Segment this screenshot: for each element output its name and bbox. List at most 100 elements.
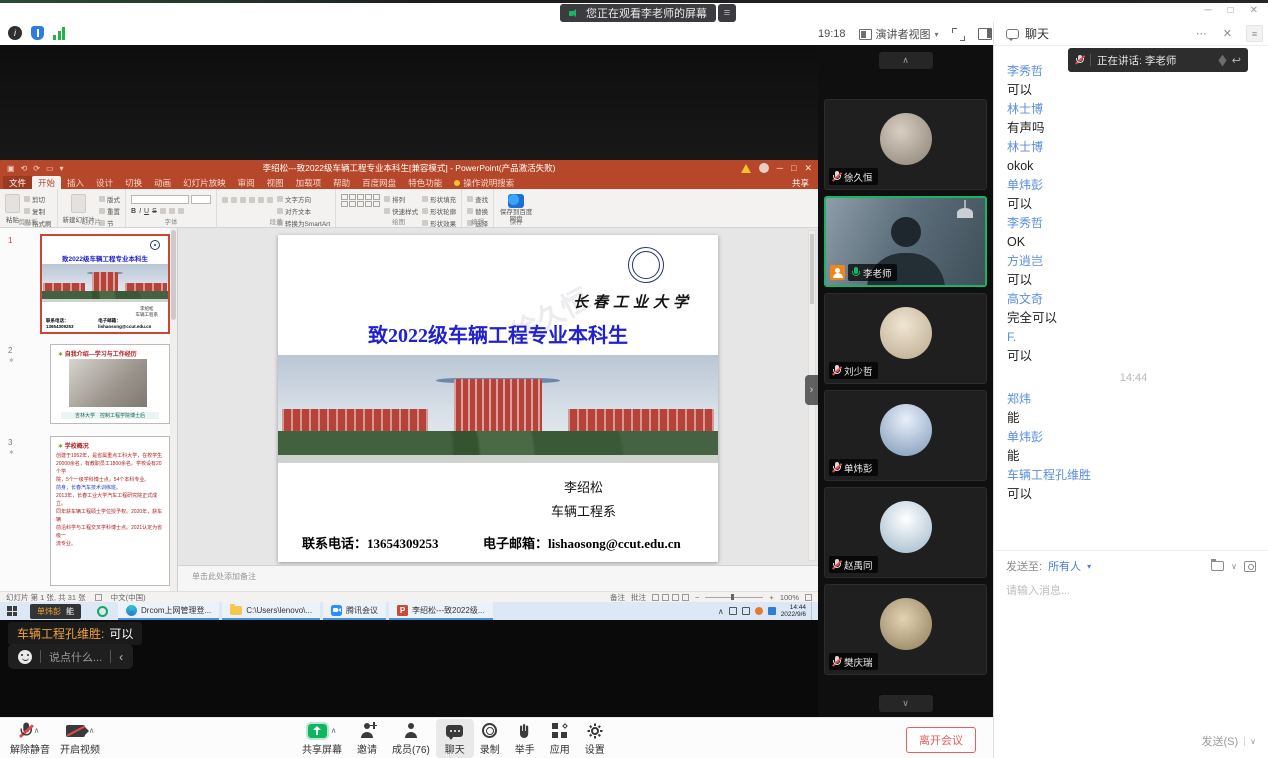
numbering-button[interactable] — [231, 197, 237, 203]
shapes-gallery[interactable] — [341, 194, 380, 207]
share-options-caret-icon[interactable]: ∧ — [331, 726, 337, 735]
slide-editing-area[interactable]: 徐久恒 徐久恒 长春工业大学 致2022级车辆工程专业本科生 李绍松 — [178, 228, 818, 565]
save-icon[interactable]: ▣ — [7, 164, 15, 173]
record-button[interactable]: 录制 — [480, 722, 500, 756]
chat-more-button[interactable]: ⋯ — [1191, 27, 1212, 40]
tab-features[interactable]: 特色功能 — [402, 176, 448, 189]
taskbar-app-browser[interactable]: Drcom上网管理登... — [118, 602, 219, 620]
file-caret-icon[interactable]: ∨ — [1231, 562, 1237, 571]
send-to-caret-icon[interactable]: ▾ — [1087, 562, 1091, 571]
tab-review[interactable]: 审阅 — [232, 176, 261, 189]
underline-button[interactable]: U — [144, 208, 149, 215]
video-options-caret-icon[interactable]: ∧ — [89, 726, 95, 735]
emoji-icon[interactable] — [18, 650, 32, 664]
tab-file[interactable]: 文件 — [3, 176, 32, 189]
spellcheck-icon[interactable] — [95, 594, 102, 601]
participant-tile-liushaozhe[interactable]: 刘少哲 — [824, 293, 987, 384]
network-signal-icon[interactable] — [53, 27, 65, 40]
keyboard-tray-icon[interactable] — [729, 607, 737, 615]
fullscreen-icon[interactable] — [952, 28, 965, 41]
collapse-arrow-icon[interactable]: ‹ — [119, 650, 123, 664]
thumbnail-scrollbar[interactable] — [170, 228, 177, 591]
invite-button[interactable]: 邀请 — [357, 722, 377, 756]
taskbar-clock[interactable]: 14:44 2022/9/6 — [781, 604, 806, 619]
tell-me-search[interactable]: 操作说明搜索 — [448, 176, 520, 189]
apps-button[interactable]: 应用 — [550, 722, 570, 756]
unmute-button[interactable]: ∧ 解除静音 — [10, 722, 50, 756]
settings-button[interactable]: 设置 — [585, 722, 605, 756]
notes-pane[interactable]: 单击此处添加备注 — [178, 565, 818, 591]
taskbar-app-powerpoint[interactable]: P 李绍松---致2022级... — [389, 602, 492, 620]
send-to-dropdown[interactable]: 所有人 — [1048, 558, 1081, 574]
tab-animations[interactable]: 动画 — [148, 176, 177, 189]
volume-tray-icon[interactable] — [742, 607, 750, 615]
bold-button[interactable]: B — [131, 208, 136, 215]
quick-chat-input[interactable]: 说点什么... ‹ — [8, 644, 133, 669]
slide-thumbnail-1[interactable]: 致2022级车辆工程专业本科生 李绍松 车辆工程系 — [40, 234, 170, 334]
participant-tile-xujiuheng[interactable]: 徐久恒 — [824, 99, 987, 190]
char-spacing-button[interactable] — [169, 208, 175, 214]
panel-dock-button[interactable]: ≡ — [1246, 25, 1263, 42]
slide-thumbnail-3[interactable]: ✶ 学校概况 创建于1952年，是省属重点工科大学，在校学生 20000余名，有… — [50, 436, 170, 586]
banner-menu-button[interactable]: ≡ — [718, 4, 736, 22]
leave-meeting-button[interactable]: 离开会议 — [906, 727, 976, 753]
redo-icon[interactable]: ⟳ — [33, 164, 40, 173]
slide-thumbnail-2[interactable]: ✶ 自我介绍—学习与工作经历 吉林大学 控制工程学院博士后 — [50, 344, 170, 424]
zoom-level[interactable]: 100% — [780, 593, 799, 602]
zoom-in-icon[interactable]: + — [769, 593, 773, 602]
align-center-button[interactable] — [258, 197, 264, 203]
ppt-close-icon[interactable]: ✕ — [804, 163, 812, 174]
view-mode-dropdown[interactable]: 演讲者视图 ▾ — [859, 26, 939, 42]
send-button[interactable]: 发送(S) ∨ — [1201, 733, 1256, 749]
raise-hand-button[interactable]: 举手 — [515, 722, 535, 756]
copy-button[interactable]: 复制 — [24, 206, 52, 216]
layout-button[interactable]: 版式 — [99, 194, 120, 204]
find-button[interactable]: 查找 — [467, 194, 488, 204]
undo-icon[interactable]: ⟲ — [21, 164, 28, 173]
maximize-icon[interactable]: □ — [1228, 5, 1234, 16]
ppt-user-avatar[interactable] — [759, 163, 769, 173]
shape-fill-button[interactable]: 形状填充 — [422, 194, 456, 204]
send-options-caret-icon[interactable]: ∨ — [1244, 737, 1256, 746]
info-icon[interactable]: i — [8, 26, 22, 40]
strikethrough-button[interactable]: S — [152, 208, 157, 215]
align-text-button[interactable]: 对齐文本 — [277, 206, 330, 216]
chat-message-input[interactable] — [1006, 582, 1256, 622]
scroll-participants-up-button[interactable]: ∧ — [879, 52, 933, 69]
ppt-share-button[interactable]: 共享 — [792, 176, 818, 189]
tab-slideshow[interactable]: 幻灯片放映 — [177, 176, 232, 189]
tab-design[interactable]: 设计 — [90, 176, 119, 189]
tray-color-icon2[interactable] — [768, 607, 776, 615]
chat-button[interactable]: 聊天 — [436, 719, 474, 758]
tray-expand-icon[interactable]: ∧ — [718, 607, 724, 616]
replace-button[interactable]: 替换 — [467, 206, 488, 216]
mic-options-caret-icon[interactable]: ∧ — [34, 726, 40, 735]
video-panel-collapse-handle[interactable]: › — [805, 375, 818, 405]
tab-baidu[interactable]: 百度网盘 — [356, 176, 402, 189]
participant-tile-shanweipeng[interactable]: 单炜彭 — [824, 390, 987, 481]
ppt-maximize-icon[interactable]: □ — [791, 163, 796, 173]
tab-view[interactable]: 视图 — [261, 176, 290, 189]
text-direction-button[interactable]: 文字方向 — [277, 194, 330, 204]
taskbar-app-explorer[interactable]: C:\Users\lenovo\... — [222, 602, 320, 620]
share-screen-button[interactable]: ∧ 共享屏幕 — [302, 722, 342, 756]
arrange-button[interactable]: 排列 — [384, 194, 418, 204]
fit-slide-icon[interactable] — [805, 594, 812, 601]
participant-tile-teacher[interactable]: 李老师 — [824, 196, 987, 287]
zoom-slider[interactable] — [705, 597, 763, 598]
qat-caret-icon[interactable]: ▾ — [60, 164, 64, 173]
chat-close-button[interactable]: ✕ — [1218, 27, 1237, 40]
show-desktop-button[interactable] — [811, 602, 815, 620]
quick-styles-button[interactable]: 快速样式 — [384, 206, 418, 216]
tab-help[interactable]: 帮助 — [327, 176, 356, 189]
members-button[interactable]: 成员(76) — [392, 722, 430, 756]
shape-outline-button[interactable]: 形状轮廓 — [422, 206, 456, 216]
reply-arrow-icon[interactable]: ↩ — [1232, 54, 1241, 67]
bullets-button[interactable] — [222, 197, 228, 203]
tray-color-icon[interactable] — [755, 607, 763, 615]
italic-button[interactable]: I — [139, 208, 141, 215]
minimize-icon[interactable]: ─ — [1204, 5, 1211, 16]
text-shadow-button[interactable] — [160, 208, 166, 214]
participant-tile-fanqingrui[interactable]: 樊庆瑞 — [824, 584, 987, 675]
taskbar-app-meeting[interactable]: 腾讯会议 — [323, 602, 386, 620]
